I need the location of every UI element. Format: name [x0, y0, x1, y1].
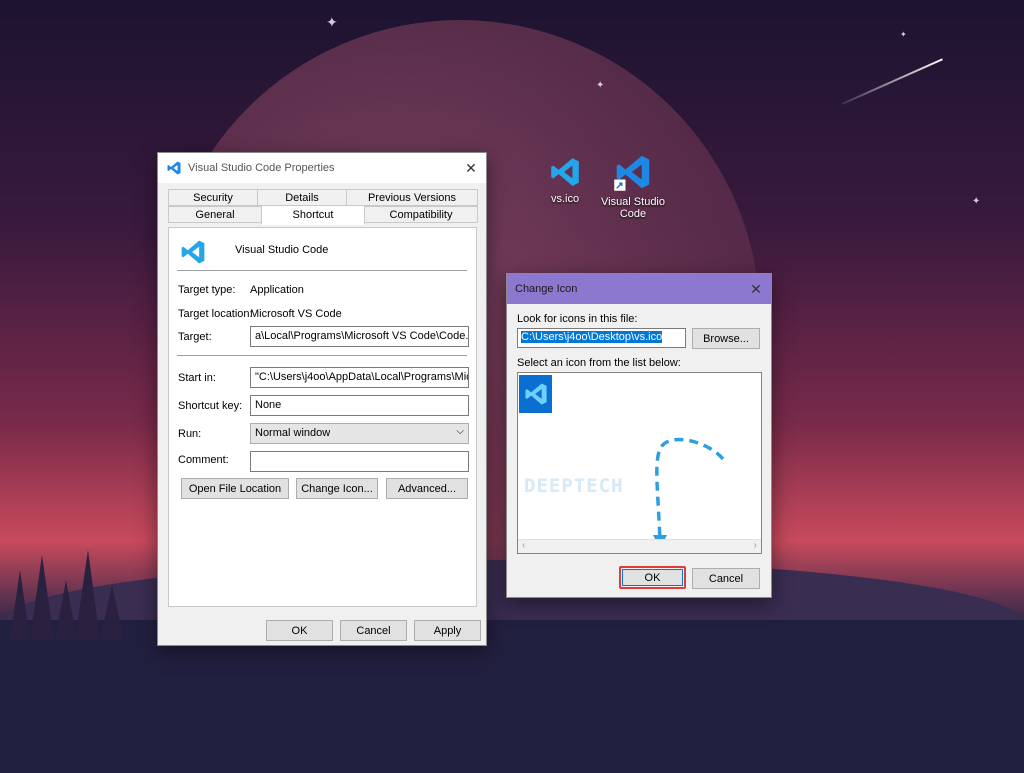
- vscode-icon: [614, 155, 650, 191]
- tab-previous-versions[interactable]: Previous Versions: [346, 189, 478, 206]
- horizontal-scrollbar[interactable]: ‹ ›: [518, 539, 761, 553]
- tab-general[interactable]: General: [168, 206, 262, 223]
- browse-button[interactable]: Browse...: [692, 328, 760, 349]
- tab-shortcut[interactable]: Shortcut: [261, 205, 365, 225]
- window-title: Change Icon: [515, 283, 578, 295]
- icon-file-path-input[interactable]: C:\Users\j4oo\Desktop\vs.ico: [517, 328, 686, 348]
- open-file-location-button[interactable]: Open File Location: [181, 478, 289, 499]
- vscode-icon: [524, 383, 547, 405]
- start-in-label: Start in:: [178, 372, 216, 384]
- star-icon: ✦: [326, 14, 338, 30]
- target-location-label: Target location:: [178, 308, 253, 320]
- target-label: Target:: [178, 331, 212, 343]
- icon-list[interactable]: DEEPTECH ‹ ›: [517, 372, 762, 554]
- properties-titlebar[interactable]: Visual Studio Code Properties: [158, 153, 486, 183]
- tab-security[interactable]: Security: [168, 189, 258, 206]
- separator: [177, 270, 467, 271]
- tab-compatibility[interactable]: Compatibility: [364, 206, 478, 223]
- scroll-left-icon[interactable]: ‹: [522, 540, 525, 551]
- run-select[interactable]: Normal window ⌵: [250, 423, 469, 444]
- apply-button[interactable]: Apply: [414, 620, 481, 641]
- watermark-text: DEEPTECH: [524, 475, 624, 497]
- icon-file-path-value: C:\Users\j4oo\Desktop\vs.ico: [521, 331, 663, 343]
- tab-details[interactable]: Details: [257, 189, 347, 206]
- window-title: Visual Studio Code Properties: [188, 162, 335, 174]
- close-icon[interactable]: ✕: [456, 153, 486, 183]
- comment-label: Comment:: [178, 454, 229, 466]
- look-for-icons-label: Look for icons in this file:: [517, 313, 638, 325]
- vscode-icon: [551, 158, 579, 186]
- target-location-value: Microsoft VS Code: [250, 308, 342, 320]
- run-label: Run:: [178, 428, 202, 440]
- vscode-icon: [167, 161, 181, 175]
- desktop-icon-vs-ico[interactable]: vs.ico: [530, 155, 600, 205]
- select-icon-label: Select an icon from the list below:: [517, 357, 681, 369]
- desktop-icon-label: vs.ico: [550, 193, 580, 205]
- target-type-label: Target type:: [178, 284, 236, 296]
- desktop-icon-label: Visual Studio Code: [600, 196, 665, 220]
- wallpaper-trees: [10, 550, 124, 640]
- arrow-annotation-icon: [653, 437, 725, 549]
- shooting-star: [841, 58, 943, 105]
- target-type-value: Application: [250, 284, 304, 296]
- scroll-right-icon[interactable]: ›: [754, 540, 757, 551]
- desktop-icon-vscode-shortcut[interactable]: Visual Studio Code: [598, 152, 668, 220]
- cancel-button[interactable]: Cancel: [340, 620, 407, 641]
- cancel-button[interactable]: Cancel: [692, 568, 760, 589]
- target-input[interactable]: a\Local\Programs\Microsoft VS Code\Code.…: [250, 326, 469, 347]
- close-icon[interactable]: ✕: [741, 274, 771, 304]
- icon-list-item-selected[interactable]: [519, 375, 552, 413]
- change-icon-window: Change Icon ✕ Look for icons in this fil…: [506, 273, 772, 598]
- advanced-button[interactable]: Advanced...: [386, 478, 468, 499]
- shortcut-key-label: Shortcut key:: [178, 400, 243, 412]
- change-icon-titlebar[interactable]: Change Icon: [507, 274, 771, 304]
- ok-button[interactable]: OK: [266, 620, 333, 641]
- shortcut-panel: Visual Studio Code Target type: Applicat…: [168, 227, 477, 607]
- separator: [177, 355, 467, 356]
- properties-window: Visual Studio Code Properties ✕ Security…: [157, 152, 487, 646]
- chevron-down-icon: ⌵: [456, 426, 464, 437]
- star-icon: ✦: [972, 196, 981, 207]
- star-icon: ✦: [596, 80, 605, 91]
- wallpaper-foreground: [0, 620, 1024, 773]
- app-name: Visual Studio Code: [235, 244, 329, 256]
- star-icon: ✦: [900, 30, 907, 39]
- comment-input[interactable]: [250, 451, 469, 472]
- vscode-icon: [181, 240, 205, 264]
- run-select-value: Normal window: [255, 427, 331, 439]
- change-icon-button[interactable]: Change Icon...: [296, 478, 378, 499]
- shortcut-key-input[interactable]: None: [250, 395, 469, 416]
- ok-button[interactable]: OK: [622, 569, 683, 586]
- start-in-input[interactable]: "C:\Users\j4oo\AppData\Local\Programs\Mi…: [250, 367, 469, 388]
